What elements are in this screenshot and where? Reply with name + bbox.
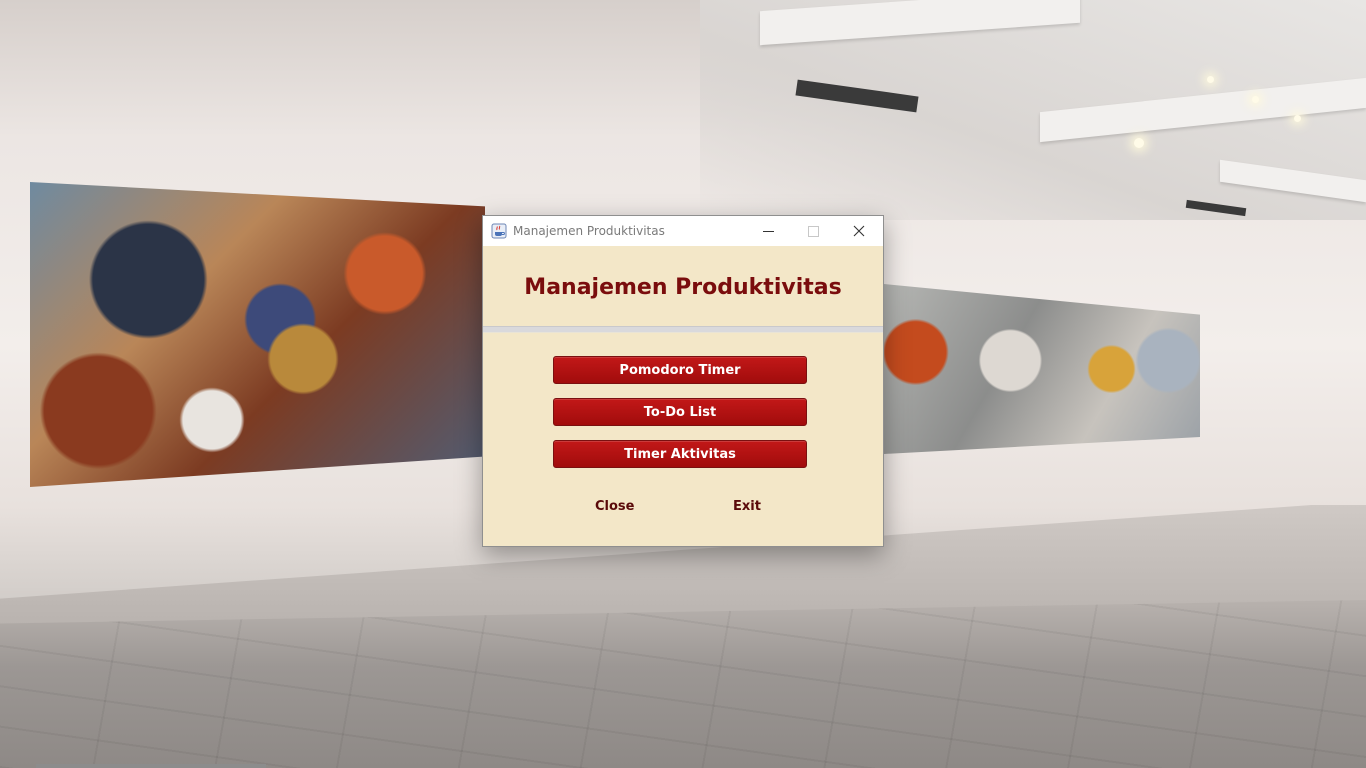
close-button[interactable]: Close — [595, 499, 634, 514]
timer-aktivitas-button[interactable]: Timer Aktivitas — [553, 440, 807, 468]
title-bar[interactable]: Manajemen Produktivitas — [483, 216, 883, 246]
main-window: Manajemen Produktivitas Manajemen Produk… — [482, 215, 884, 547]
todo-list-button[interactable]: To-Do List — [553, 398, 807, 426]
exit-button[interactable]: Exit — [733, 499, 761, 514]
header-panel: Manajemen Produktivitas — [483, 246, 883, 326]
painting-right — [884, 284, 1200, 454]
divider — [483, 326, 883, 333]
taskbar-strip — [36, 764, 266, 768]
ceiling-spotlight — [1294, 115, 1301, 122]
minimize-icon[interactable] — [746, 216, 791, 246]
ceiling-spotlight — [1134, 138, 1144, 148]
java-coffee-icon — [491, 223, 507, 239]
window-title: Manajemen Produktivitas — [513, 224, 665, 238]
close-icon[interactable] — [836, 216, 881, 246]
maximize-icon — [791, 216, 836, 246]
ceiling-spotlight — [1207, 76, 1214, 83]
pomodoro-timer-button[interactable]: Pomodoro Timer — [553, 356, 807, 384]
floor — [0, 600, 1366, 768]
painting-left — [30, 182, 485, 487]
ceiling-spotlight — [1252, 96, 1259, 103]
menu-panel: Pomodoro Timer To-Do List Timer Aktivita… — [483, 333, 883, 547]
page-title: Manajemen Produktivitas — [524, 274, 842, 300]
